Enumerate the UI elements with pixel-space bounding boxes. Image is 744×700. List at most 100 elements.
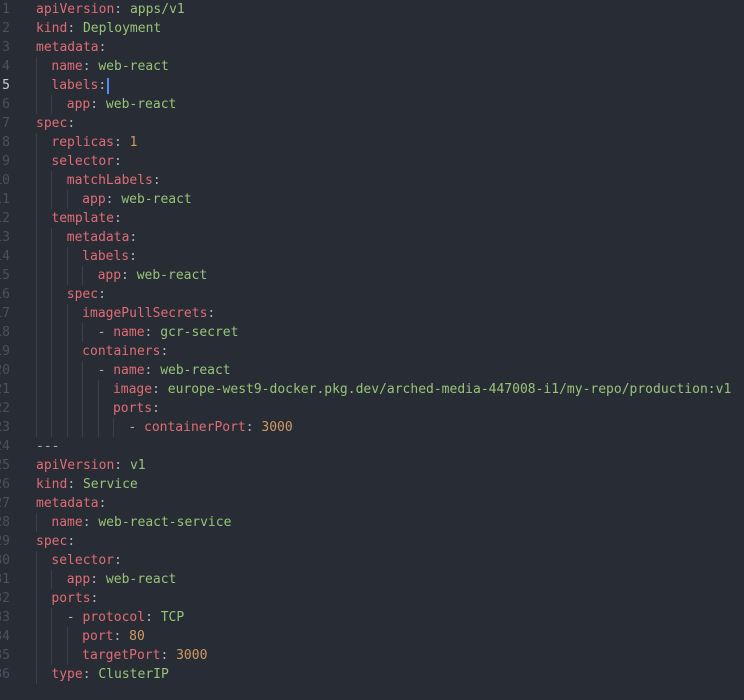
yaml-space <box>122 135 130 150</box>
code-line[interactable]: 21 image: europe-west9-docker.pkg.dev/arc… <box>0 380 744 399</box>
code-line[interactable]: 4 name: web-react <box>0 57 744 76</box>
yaml-space <box>75 477 83 492</box>
code-line[interactable]: 33 - protocol: TCP <box>0 608 744 627</box>
code-line[interactable]: 6 app: web-react <box>0 95 744 114</box>
line-content[interactable]: metadata: <box>36 38 106 57</box>
code-line[interactable]: 25 apiVersion: v1 <box>0 456 744 475</box>
code-line[interactable]: 15 app: web-react <box>0 266 744 285</box>
code-line[interactable]: 24 --- <box>0 437 744 456</box>
yaml-key: app <box>66 97 91 112</box>
line-content[interactable]: selector: <box>36 551 122 570</box>
line-content[interactable]: port: 80 <box>36 627 145 646</box>
code-line[interactable]: 30 selector: <box>0 551 744 570</box>
indent-guide <box>82 418 97 437</box>
code-line[interactable]: 10 matchLabels: <box>0 171 744 190</box>
code-line[interactable]: 29 spec: <box>0 532 744 551</box>
line-content[interactable]: metadata: <box>36 494 106 513</box>
code-line[interactable]: 3 metadata: <box>0 38 744 57</box>
indent-guide <box>51 228 66 247</box>
line-content[interactable]: name: web-react <box>36 57 169 76</box>
yaml-value: 80 <box>129 629 145 644</box>
indent-guide <box>51 646 66 665</box>
code-line[interactable]: 17 imagePullSecrets: <box>0 304 744 323</box>
code-line[interactable]: 28 name: web-react-service <box>0 513 744 532</box>
code-line[interactable]: 9 selector: <box>0 152 744 171</box>
yaml-key: ports <box>112 401 153 416</box>
line-content[interactable]: labels: <box>36 76 110 95</box>
code-line[interactable]: 18 - name: gcr-secret <box>0 323 744 342</box>
yaml-key: imagePullSecrets <box>82 306 208 321</box>
line-content[interactable]: spec: <box>36 285 106 304</box>
line-content[interactable]: metadata: <box>36 228 137 247</box>
line-content[interactable]: matchLabels: <box>36 171 161 190</box>
line-content[interactable]: imagePullSecrets: <box>36 304 215 323</box>
yaml-key: targetPort <box>82 648 161 663</box>
line-number: 22 <box>0 401 10 416</box>
line-content[interactable]: labels: <box>36 247 137 266</box>
line-content[interactable]: kind: Deployment <box>36 19 161 38</box>
code-line[interactable]: 16 spec: <box>0 285 744 304</box>
indent-guide <box>36 209 51 228</box>
line-content[interactable]: ports: <box>36 399 160 418</box>
line-content[interactable]: - containerPort: 3000 <box>36 418 293 437</box>
code-line[interactable]: 1 apiVersion: apps/v1 <box>0 0 744 19</box>
code-line[interactable]: 13 metadata: <box>0 228 744 247</box>
code-line[interactable]: 11 app: web-react <box>0 190 744 209</box>
code-line[interactable]: 7 spec: <box>0 114 744 133</box>
line-content[interactable]: app: web-react <box>36 95 176 114</box>
line-number: 7 <box>2 116 10 131</box>
code-line[interactable]: 19 containers: <box>0 342 744 361</box>
code-line[interactable]: 34 port: 80 <box>0 627 744 646</box>
code-editor[interactable]: 1 apiVersion: apps/v1 2 kind: Deployment 3 me… <box>0 0 744 700</box>
line-content[interactable]: targetPort: 3000 <box>36 646 207 665</box>
yaml-colon: : <box>67 116 76 131</box>
line-content[interactable]: image: europe-west9-docker.pkg.dev/arche… <box>36 380 731 399</box>
line-content[interactable]: replicas: 1 <box>36 133 138 152</box>
code-line[interactable]: 5 labels: <box>0 76 744 95</box>
code-line[interactable]: 22 ports: <box>0 399 744 418</box>
code-line[interactable]: 26 kind: Service <box>0 475 744 494</box>
code-line[interactable]: 23 - containerPort: 3000 <box>0 418 744 437</box>
line-content[interactable]: apiVersion: v1 <box>36 456 146 475</box>
code-line[interactable]: 20 - name: web-react <box>0 361 744 380</box>
yaml-key: selector <box>51 154 115 169</box>
code-line[interactable]: 32 ports: <box>0 589 744 608</box>
line-content[interactable]: apiVersion: apps/v1 <box>36 0 185 19</box>
line-number: 31 <box>0 572 10 587</box>
code-line[interactable]: 27 metadata: <box>0 494 744 513</box>
line-content[interactable]: - name: web-react <box>36 361 231 380</box>
line-content[interactable]: - protocol: TCP <box>36 608 184 627</box>
code-line[interactable]: 35 targetPort: 3000 <box>0 646 744 665</box>
code-line[interactable]: 12 template: <box>0 209 744 228</box>
line-content[interactable]: selector: <box>36 152 122 171</box>
code-line[interactable]: 36 type: ClusterIP <box>0 665 744 684</box>
yaml-colon: : <box>67 477 76 492</box>
line-number: 33 <box>0 610 10 625</box>
line-content[interactable]: spec: <box>36 532 75 551</box>
line-content[interactable]: app: web-react <box>36 266 207 285</box>
line-content[interactable]: - name: gcr-secret <box>36 323 238 342</box>
code-line[interactable]: 2 kind: Deployment <box>0 19 744 38</box>
line-content[interactable]: containers: <box>36 342 168 361</box>
yaml-value: web-react-service <box>98 515 232 530</box>
code-line[interactable]: 8 replicas: 1 <box>0 133 744 152</box>
yaml-space <box>122 458 130 473</box>
yaml-colon: : <box>98 496 107 511</box>
line-content[interactable]: --- <box>36 437 59 456</box>
line-content[interactable]: spec: <box>36 114 75 133</box>
yaml-colon: : <box>82 59 91 74</box>
line-number: 16 <box>0 287 10 302</box>
line-content[interactable]: template: <box>36 209 122 228</box>
line-content[interactable]: app: web-react <box>36 570 176 589</box>
line-content[interactable]: kind: Service <box>36 475 138 494</box>
line-content[interactable]: app: web-react <box>36 190 192 209</box>
line-content[interactable]: name: web-react-service <box>36 513 231 532</box>
line-content[interactable]: ports: <box>36 589 98 608</box>
indent-guide <box>66 627 82 646</box>
line-content[interactable]: type: ClusterIP <box>36 665 169 684</box>
yaml-colon: : <box>114 211 122 226</box>
code-line[interactable]: 14 labels: <box>0 247 744 266</box>
line-number: 24 <box>0 439 10 454</box>
code-line[interactable]: 31 app: web-react <box>0 570 744 589</box>
yaml-colon: : <box>160 344 169 359</box>
